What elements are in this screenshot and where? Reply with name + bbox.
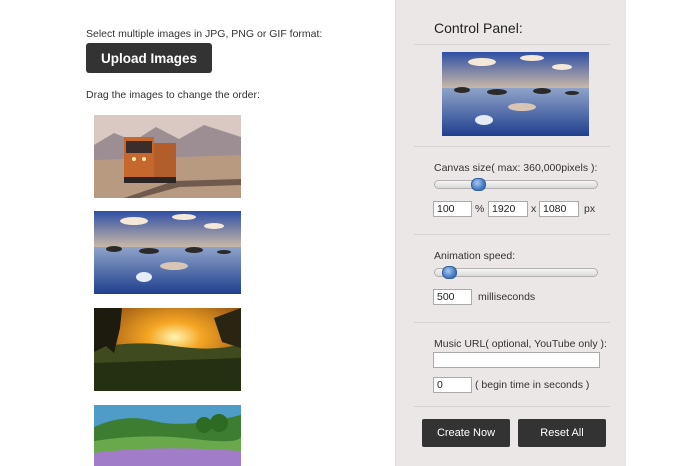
begin-time-label: ( begin time in seconds ) <box>475 379 590 391</box>
upload-instructions: Select multiple images in JPG, PNG or GI… <box>86 28 323 40</box>
music-url-input[interactable] <box>433 352 600 368</box>
create-now-button[interactable]: Create Now <box>422 419 510 447</box>
milliseconds-unit: milliseconds <box>478 291 536 303</box>
animation-speed-slider-handle[interactable] <box>442 266 457 279</box>
divider <box>414 322 610 323</box>
drag-hint: Drag the images to change the order: <box>86 89 260 101</box>
dimension-separator: x <box>531 203 537 215</box>
canvas-width-input[interactable] <box>488 201 528 217</box>
image-thumbnail-sunset[interactable] <box>94 308 241 391</box>
animation-speed-input[interactable] <box>433 289 472 305</box>
canvas-size-slider[interactable] <box>434 178 598 191</box>
percent-sign: % <box>475 203 485 215</box>
canvas-size-slider-handle[interactable] <box>471 178 486 191</box>
canvas-percent-input[interactable] <box>433 201 472 217</box>
reset-all-button[interactable]: Reset All <box>518 419 606 447</box>
image-thumbnail-train[interactable] <box>94 115 241 198</box>
music-url-label: Music URL( optional, YouTube only ): <box>434 338 607 350</box>
preview-image <box>442 52 589 136</box>
animation-speed-label: Animation speed: <box>434 250 516 262</box>
begin-time-input[interactable] <box>433 377 472 393</box>
image-thumbnail-flowers[interactable] <box>94 405 241 466</box>
divider <box>414 146 610 147</box>
control-panel: Control Panel: Canvas size(max: 360,000… <box>395 0 626 466</box>
upload-images-button[interactable]: Upload Images <box>86 43 212 73</box>
divider <box>414 44 610 45</box>
canvas-height-input[interactable] <box>539 201 579 217</box>
panel-title: Control Panel: <box>434 20 523 36</box>
divider <box>414 234 610 235</box>
px-unit: px <box>584 203 596 215</box>
divider <box>414 406 610 407</box>
image-thumbnail-lake[interactable] <box>94 211 241 294</box>
animation-speed-slider[interactable] <box>434 266 598 279</box>
canvas-size-label: Canvas size( max: 360,000pixels ): <box>434 162 598 174</box>
image-list-area: Select multiple images in JPG, PNG or GI… <box>0 0 395 466</box>
